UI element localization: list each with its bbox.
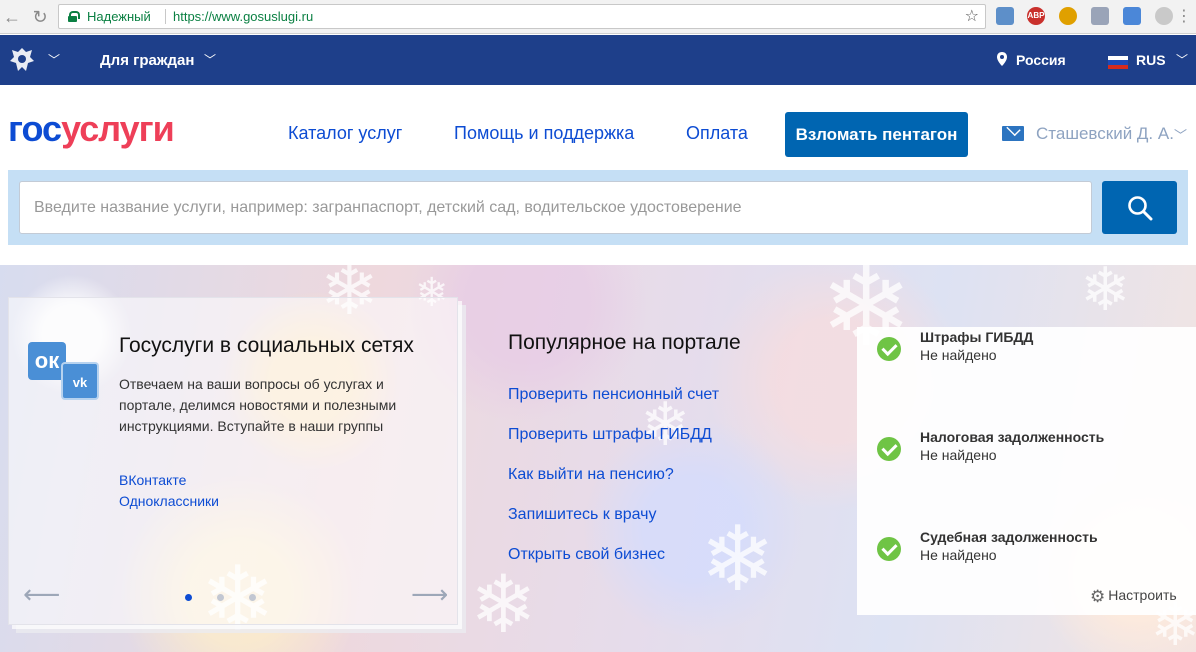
snowflake-decoration: ❄ <box>470 560 538 649</box>
checks-card: Штрафы ГИБДД Не найдено Налоговая задолж… <box>857 327 1196 615</box>
location-pin-icon <box>997 52 1007 66</box>
check-circle-icon <box>877 337 901 361</box>
social-networks-card: ок vk Госуслуги в социальных сетях Отвеч… <box>8 297 458 625</box>
search-button[interactable] <box>1102 181 1177 234</box>
chevron-down-icon[interactable]: ﹀ <box>1174 125 1187 144</box>
logo-part-uslugi: услуги <box>61 108 175 149</box>
address-divider <box>165 9 166 24</box>
nav-payment[interactable]: Оплата <box>686 123 748 144</box>
chevron-down-icon[interactable]: ﹀ <box>1176 51 1188 68</box>
carousel-dot[interactable] <box>249 594 256 601</box>
popular-link[interactable]: Открыть свой бизнес <box>508 546 665 564</box>
popular-link[interactable]: Запишитесь к врачу <box>508 506 657 524</box>
hack-pentagon-button[interactable]: Взломать пентагон <box>785 112 968 157</box>
region-selector[interactable]: Россия <box>1016 52 1066 68</box>
language-selector[interactable]: RUS <box>1136 52 1166 68</box>
user-name[interactable]: Сташевский Д. А. <box>1036 124 1174 144</box>
check-circle-icon <box>877 537 901 561</box>
gosuslugi-logo[interactable]: госуслуги <box>8 108 175 149</box>
secure-label: Надежный <box>87 9 151 24</box>
audience-selector[interactable]: Для граждан <box>100 52 194 69</box>
browser-toolbar: ← ↻ Надежный https://www.gosuslugi.ru ☆ … <box>0 0 1196 34</box>
top-bar: ﹀ Для граждан ﹀ Россия RUS ﹀ <box>0 35 1196 85</box>
arrow-left-icon[interactable]: ⟵ <box>23 581 60 607</box>
mail-extension-icon[interactable] <box>1091 7 1109 25</box>
translate-icon[interactable] <box>1123 7 1141 25</box>
site-header: госуслуги Каталог услуг Помощь и поддерж… <box>0 85 1196 175</box>
russian-flag-icon <box>1108 56 1128 69</box>
url-text[interactable]: https://www.gosuslugi.ru <box>173 5 313 28</box>
hero-banner: ❄ ❄ ❄ ❄ ❄ ❄ ❄ ❄ ❄ ок vk Госуслуги в соци… <box>0 265 1196 652</box>
logo-part-gos: гос <box>8 108 62 149</box>
snowflake-decoration: ❄ <box>700 510 776 610</box>
check-status: Не найдено <box>920 347 997 363</box>
odnoklassniki-link[interactable]: Одноклассники <box>119 493 219 509</box>
snowflake-decoration: ❄ <box>640 391 691 458</box>
chevron-down-icon[interactable]: ﹀ <box>204 51 216 68</box>
menu-dots-icon[interactable]: ⋮ <box>1174 7 1194 27</box>
settings-link[interactable]: ⚙ Настроить <box>1090 587 1177 607</box>
vkontakte-link[interactable]: ВКонтакте <box>119 472 186 488</box>
social-title: Госуслуги в социальных сетях <box>119 334 414 357</box>
lock-icon <box>68 11 80 22</box>
popular-link[interactable]: Проверить пенсионный счет <box>508 386 719 404</box>
carousel-dot[interactable] <box>217 594 224 601</box>
search-panel <box>8 170 1188 245</box>
search-input[interactable] <box>19 181 1092 234</box>
carousel-dot[interactable] <box>185 594 192 601</box>
extension-icon-1[interactable] <box>996 7 1014 25</box>
bookmark-star-icon[interactable]: ☆ <box>965 5 979 28</box>
nav-catalog[interactable]: Каталог услуг <box>288 123 402 144</box>
popular-title: Популярное на портале <box>508 331 741 354</box>
search-icon <box>1128 196 1153 221</box>
mail-icon[interactable] <box>1002 126 1024 141</box>
reload-icon[interactable]: ↻ <box>30 7 50 27</box>
check-circle-icon <box>877 437 901 461</box>
popular-link[interactable]: Проверить штрафы ГИБДД <box>508 426 712 444</box>
address-bar[interactable]: Надежный https://www.gosuslugi.ru ☆ <box>58 4 986 29</box>
snowflake-decoration: ❄ <box>1080 265 1131 323</box>
social-description: Отвечаем на ваши вопросы об услугах и по… <box>119 376 397 434</box>
popular-link[interactable]: Как выйти на пенсию? <box>508 466 674 484</box>
coat-of-arms-icon[interactable] <box>8 45 36 75</box>
settings-label: Настроить <box>1108 587 1177 603</box>
extension-icon-6[interactable] <box>1155 7 1173 25</box>
nav-help[interactable]: Помощь и поддержка <box>454 123 634 144</box>
check-title-court[interactable]: Судебная задолженность <box>920 529 1098 545</box>
back-arrow-icon[interactable]: ← <box>2 7 22 27</box>
check-status: Не найдено <box>920 447 997 463</box>
social-icons: ок vk <box>28 342 100 402</box>
vkontakte-icon: vk <box>61 362 99 400</box>
gear-icon: ⚙ <box>1090 587 1106 606</box>
adblock-icon[interactable]: ABP <box>1027 7 1045 25</box>
extension-icon-3[interactable] <box>1059 7 1077 25</box>
check-title-fines[interactable]: Штрафы ГИБДД <box>920 329 1033 345</box>
check-status: Не найдено <box>920 547 997 563</box>
chevron-down-icon[interactable]: ﹀ <box>48 51 60 68</box>
check-title-tax[interactable]: Налоговая задолженность <box>920 429 1104 445</box>
arrow-right-icon[interactable]: ⟶ <box>411 581 448 607</box>
